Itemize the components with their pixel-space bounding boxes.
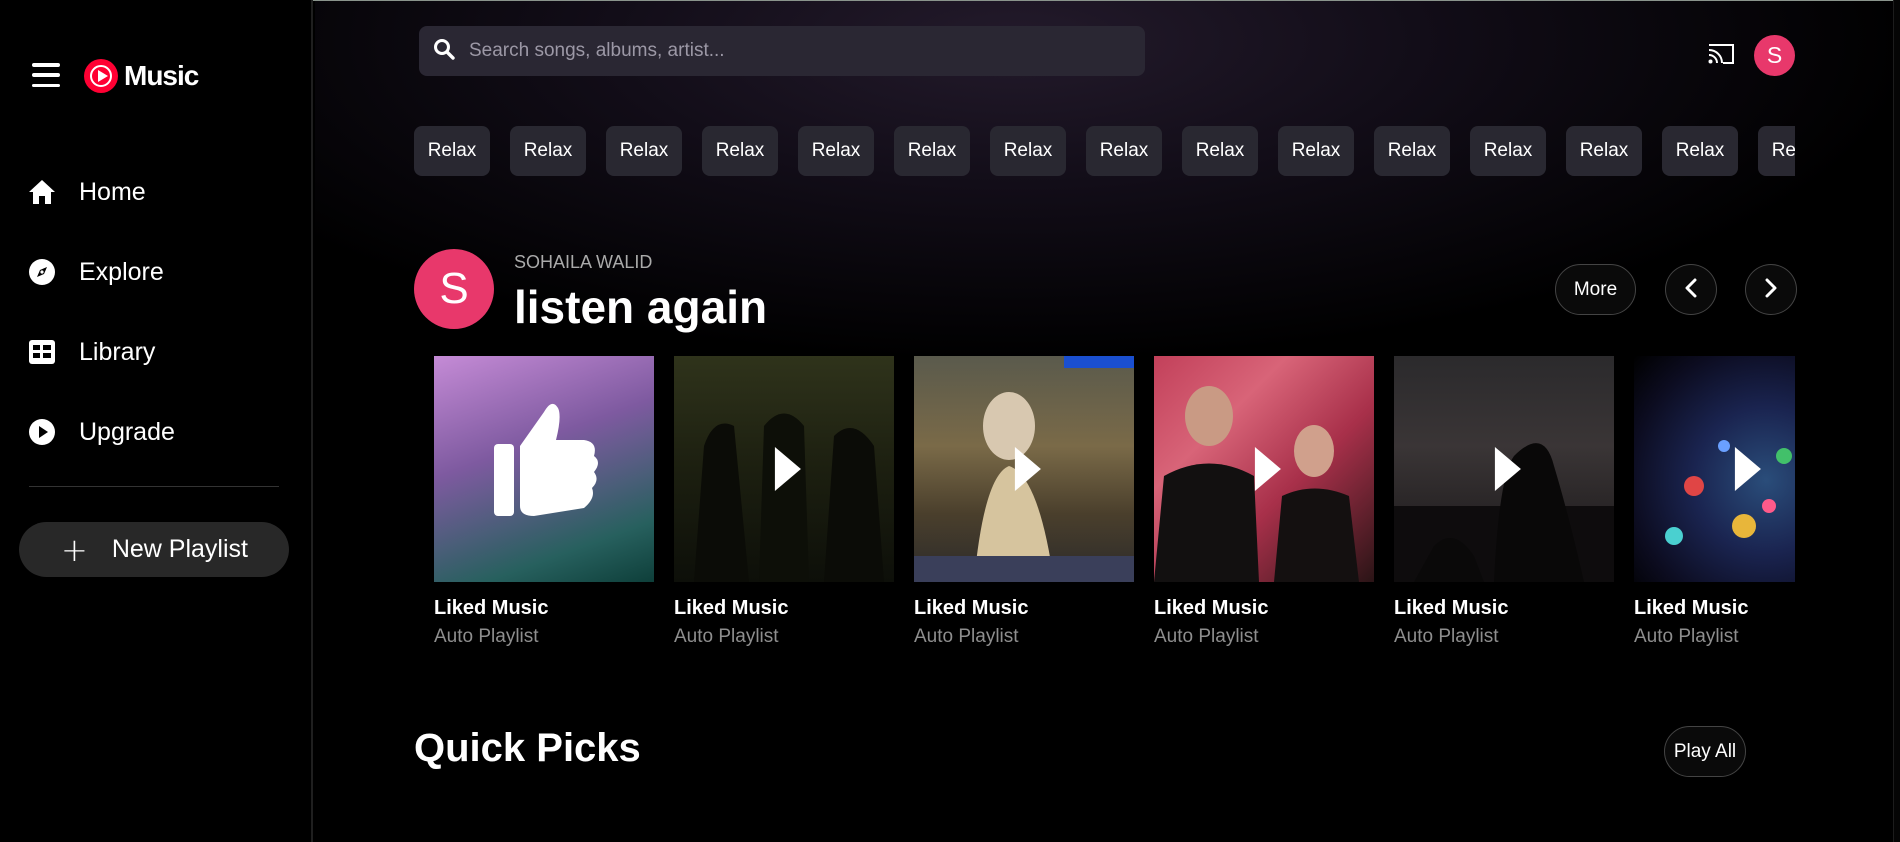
quick-picks-title: Quick Picks [414, 726, 641, 770]
chip-relax[interactable]: Relax [702, 126, 778, 176]
window-edge [1893, 0, 1900, 842]
playlist-thumbnail[interactable] [1154, 356, 1374, 582]
card-title[interactable]: Liked Music [1634, 597, 1795, 620]
section-user-name: SOHAILA WALID [514, 252, 653, 272]
chip-relax[interactable]: Relax [990, 126, 1066, 176]
chip-relax[interactable]: Relax [1374, 126, 1450, 176]
sidebar-item-label: Upgrade [79, 417, 175, 446]
chip-relax[interactable]: Relax [1566, 126, 1642, 176]
search-bar[interactable] [419, 26, 1145, 76]
sidebar-item-library[interactable]: Library [27, 337, 155, 367]
library-icon [27, 337, 57, 367]
card-subtitle: Auto Playlist [434, 626, 539, 647]
chip-relax[interactable]: Relax [1758, 126, 1795, 176]
more-button[interactable]: More [1555, 264, 1636, 315]
playlist-card[interactable]: Liked Music Auto Playlist [1634, 356, 1795, 648]
play-icon[interactable] [1014, 447, 1041, 491]
compass-icon [27, 257, 57, 287]
card-subtitle: Auto Playlist [674, 626, 779, 647]
previous-button[interactable] [1665, 264, 1717, 315]
card-title[interactable]: Liked Music [914, 597, 1134, 620]
play-icon[interactable] [1254, 447, 1281, 491]
sidebar: Music Home Explore Library Upgrade + New… [0, 0, 313, 842]
search-icon [433, 38, 455, 64]
playlist-card[interactable]: Liked Music Auto Playlist [914, 356, 1134, 648]
thumbnail-image [1665, 440, 1792, 545]
playlist-thumbnail[interactable] [914, 356, 1134, 582]
chip-relax[interactable]: Relax [1470, 126, 1546, 176]
chevron-right-icon [1764, 278, 1778, 302]
card-title[interactable]: Liked Music [1154, 597, 1374, 620]
chip-relax[interactable]: Relax [510, 126, 586, 176]
plus-icon: + [61, 530, 88, 569]
play-icon[interactable] [774, 447, 801, 491]
chevron-left-icon [1684, 278, 1698, 302]
card-subtitle: Auto Playlist [1154, 626, 1259, 647]
logo-text: Music [124, 60, 199, 91]
new-playlist-button[interactable]: + New Playlist [19, 522, 289, 577]
listen-again-carousel: Liked Music Auto Playlist Liked Music Au… [434, 356, 1795, 666]
play-icon[interactable] [1494, 447, 1521, 491]
playlist-thumbnail[interactable] [434, 356, 654, 582]
playlist-thumbnail[interactable] [674, 356, 894, 582]
chip-relax[interactable]: Relax [894, 126, 970, 176]
playlist-thumbnail[interactable] [1394, 356, 1614, 582]
playlist-card[interactable]: Liked Music Auto Playlist [1394, 356, 1614, 648]
sidebar-divider [29, 486, 279, 487]
card-subtitle: Auto Playlist [1634, 626, 1739, 647]
play-all-button[interactable]: Play All [1664, 726, 1746, 777]
new-playlist-label: New Playlist [111, 535, 248, 563]
section-title: listen again [514, 281, 768, 333]
sidebar-item-home[interactable]: Home [27, 177, 146, 207]
youtube-music-logo-icon [84, 59, 118, 93]
cast-icon[interactable] [1707, 42, 1735, 66]
user-avatar[interactable]: S [414, 249, 494, 329]
chip-relax[interactable]: Relax [1086, 126, 1162, 176]
chip-relax[interactable]: Relax [1278, 126, 1354, 176]
playlist-card[interactable]: Liked Music Auto Playlist [674, 356, 894, 648]
playlist-card[interactable]: Liked Music Auto Playlist [1154, 356, 1374, 648]
card-title[interactable]: Liked Music [1394, 597, 1614, 620]
app-logo[interactable]: Music [84, 59, 199, 93]
play-icon[interactable] [1734, 447, 1761, 491]
chip-relax[interactable]: Relax [606, 126, 682, 176]
account-avatar[interactable]: S [1754, 35, 1795, 76]
chip-relax[interactable]: Relax [798, 126, 874, 176]
card-title[interactable]: Liked Music [434, 597, 654, 620]
chip-relax[interactable]: Relax [414, 126, 490, 176]
home-icon [27, 177, 57, 207]
chip-relax[interactable]: Relax [1182, 126, 1258, 176]
menu-icon[interactable] [32, 63, 60, 87]
upgrade-icon [27, 417, 57, 447]
thumbs-up-icon [494, 403, 598, 516]
sidebar-item-label: Home [79, 177, 146, 206]
next-button[interactable] [1745, 264, 1797, 315]
sidebar-item-label: Library [79, 337, 156, 366]
card-subtitle: Auto Playlist [1394, 626, 1499, 647]
playlist-card[interactable]: Liked Music Auto Playlist [434, 356, 654, 648]
card-title[interactable]: Liked Music [674, 597, 894, 620]
card-subtitle: Auto Playlist [914, 626, 1019, 647]
sidebar-item-label: Explore [79, 257, 164, 286]
sidebar-item-explore[interactable]: Explore [27, 257, 164, 287]
mood-chips-bar: Relax Relax Relax Relax Relax Relax Relax Relax… [414, 126, 1795, 176]
sidebar-item-upgrade[interactable]: Upgrade [27, 417, 175, 447]
chip-relax[interactable]: Relax [1662, 126, 1738, 176]
search-input[interactable] [469, 40, 1109, 62]
playlist-thumbnail[interactable] [1634, 356, 1795, 582]
